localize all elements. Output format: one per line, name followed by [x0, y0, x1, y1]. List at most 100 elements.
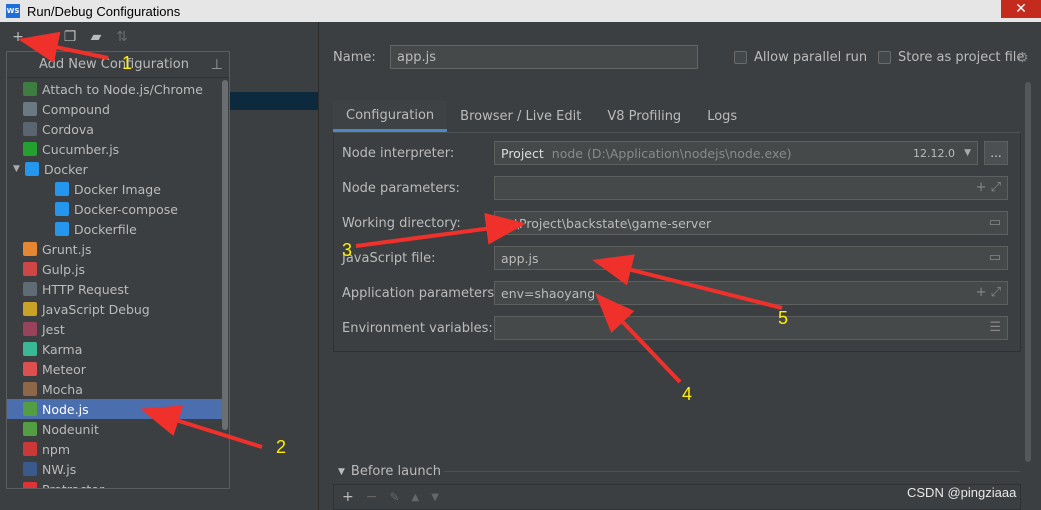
config-type-item[interactable]: Attach to Node.js/Chrome	[7, 79, 223, 99]
add-task-icon[interactable]: +	[342, 489, 354, 505]
config-type-item[interactable]: Karma	[7, 339, 223, 359]
name-input[interactable]: app.js	[390, 45, 698, 69]
checkbox-box[interactable]	[734, 51, 747, 64]
tab-logs[interactable]: Logs	[694, 101, 750, 132]
config-type-item[interactable]: ▼ Docker	[7, 159, 223, 179]
config-type-label: Attach to Node.js/Chrome	[42, 81, 203, 97]
remove-icon[interactable]: −	[36, 29, 52, 45]
config-type-label: Docker Image	[74, 181, 161, 197]
working-directory-input[interactable]: D:\Project\backstate\game-server ▭	[494, 211, 1008, 235]
cucumber-icon	[23, 142, 37, 156]
folder-icon[interactable]: ▰	[88, 29, 104, 45]
config-type-item[interactable]: Cordova	[7, 119, 223, 139]
config-type-item[interactable]: Docker Image	[7, 179, 223, 199]
allow-parallel-label: Allow parallel run	[754, 50, 868, 65]
store-project-label: Store as project file	[898, 50, 1025, 65]
node-interpreter-label: Node interpreter:	[342, 146, 455, 161]
node-interpreter-select[interactable]: Project node (D:\Application\nodejs\node…	[494, 141, 978, 165]
collapse-triangle-icon[interactable]: ▼	[338, 467, 345, 477]
configuration-type-list: Attach to Node.js/Chrome Compound Cordova C…	[7, 79, 223, 488]
gulp-icon	[23, 262, 37, 276]
npm-icon	[23, 442, 37, 456]
pin-icon[interactable]: ⊥	[211, 57, 223, 73]
protractor-icon	[23, 482, 37, 488]
tree-selected-row[interactable]	[228, 92, 318, 110]
node-parameters-label: Node parameters:	[342, 181, 460, 196]
config-type-item[interactable]: Grunt.js	[7, 239, 223, 259]
chevron-down-icon[interactable]: ▼	[964, 148, 971, 158]
application-parameters-input[interactable]: env=shaoyang + ⤢	[494, 281, 1008, 305]
config-type-item[interactable]: Jest	[7, 319, 223, 339]
application-parameters-value: env=shaoyang	[501, 285, 596, 301]
config-type-item[interactable]: Compound	[7, 99, 223, 119]
close-window-button[interactable]: ✕	[1001, 0, 1041, 18]
panel-divider[interactable]	[318, 22, 319, 510]
checkbox-box[interactable]	[878, 51, 891, 64]
config-type-item[interactable]: Protractor	[7, 479, 223, 488]
popup-header: Add New Configuration ⊥	[7, 52, 229, 78]
allow-parallel-checkbox[interactable]: Allow parallel run	[734, 50, 867, 65]
move-down-icon[interactable]: ▼	[431, 492, 439, 503]
environment-variables-input[interactable]: ☰	[494, 316, 1008, 340]
config-type-item[interactable]: Dockerfile	[7, 219, 223, 239]
config-type-item[interactable]: Cucumber.js	[7, 139, 223, 159]
config-type-item[interactable]: npm	[7, 439, 223, 459]
javascript-file-input[interactable]: app.js ▭	[494, 246, 1008, 270]
config-type-label: Cucumber.js	[42, 141, 120, 157]
config-type-label: Docker	[44, 161, 88, 177]
cordova-icon	[23, 122, 37, 136]
config-type-item[interactable]: Node.js	[7, 399, 223, 419]
move-up-icon[interactable]: ▲	[412, 492, 420, 503]
working-directory-label: Working directory:	[342, 216, 461, 231]
folder-icon[interactable]: ▭	[989, 250, 1001, 265]
expand-icon[interactable]: + ⤢	[976, 180, 1001, 195]
docker-compose-icon	[55, 202, 69, 216]
config-type-item[interactable]: Docker-compose	[7, 199, 223, 219]
gear-icon[interactable]: ⚙	[1016, 50, 1029, 66]
nodejs-icon	[23, 402, 37, 416]
config-type-item[interactable]: Gulp.js	[7, 259, 223, 279]
folder-icon[interactable]: ▭	[989, 215, 1001, 230]
config-type-item[interactable]: Mocha	[7, 379, 223, 399]
tab-configuration[interactable]: Configuration	[333, 101, 448, 132]
before-launch-section[interactable]: ▼ Before launch	[338, 464, 441, 479]
config-type-item[interactable]: NW.js	[7, 459, 223, 479]
nwjs-icon	[23, 462, 37, 476]
config-type-item[interactable]: Meteor	[7, 359, 223, 379]
copy-icon[interactable]: ❐	[62, 29, 78, 45]
webstorm-app-icon: WS	[6, 4, 20, 18]
annotation-label-3: 3	[342, 240, 353, 260]
config-type-label: Dockerfile	[74, 221, 137, 237]
browse-interpreter-button[interactable]: ...	[984, 141, 1008, 165]
expand-icon[interactable]: + ⤢	[976, 285, 1001, 300]
config-type-item[interactable]: JavaScript Debug	[7, 299, 223, 319]
tab-v8-profiling[interactable]: V8 Profiling	[594, 101, 694, 132]
sort-icon[interactable]: ⇅	[114, 29, 130, 45]
remove-task-icon[interactable]: −	[366, 489, 378, 505]
edit-task-icon[interactable]: ✎	[389, 490, 399, 504]
grunt-icon	[23, 242, 37, 256]
right-scrollbar[interactable]	[1024, 82, 1032, 510]
scrollbar-thumb[interactable]	[1025, 82, 1031, 462]
docker-icon	[25, 162, 39, 176]
config-type-label: Docker-compose	[74, 201, 178, 217]
config-type-label: npm	[42, 441, 71, 457]
config-type-label: Karma	[42, 341, 83, 357]
add-new-configuration-popup: Add New Configuration ⊥ Attach to Node.j…	[6, 51, 230, 489]
config-type-label: NW.js	[42, 461, 77, 477]
working-directory-value: D:\Project\backstate\game-server	[501, 215, 712, 231]
add-icon[interactable]: +	[10, 29, 26, 45]
config-type-item[interactable]: HTTP Request	[7, 279, 223, 299]
tab-browser-live-edit[interactable]: Browser / Live Edit	[447, 101, 594, 132]
edit-list-icon[interactable]: ☰	[989, 320, 1001, 335]
store-project-checkbox[interactable]: Store as project file	[878, 50, 1024, 65]
popup-scrollbar[interactable]	[222, 80, 228, 430]
config-type-label: Mocha	[42, 381, 83, 397]
config-type-label: Nodeunit	[42, 421, 99, 437]
http-request-icon	[23, 282, 37, 296]
js-debug-icon	[23, 302, 37, 316]
config-type-item[interactable]: Nodeunit	[7, 419, 223, 439]
expand-arrow-icon[interactable]: ▼	[13, 164, 25, 174]
javascript-file-value: app.js	[501, 250, 539, 266]
node-parameters-input[interactable]: + ⤢	[494, 176, 1008, 200]
